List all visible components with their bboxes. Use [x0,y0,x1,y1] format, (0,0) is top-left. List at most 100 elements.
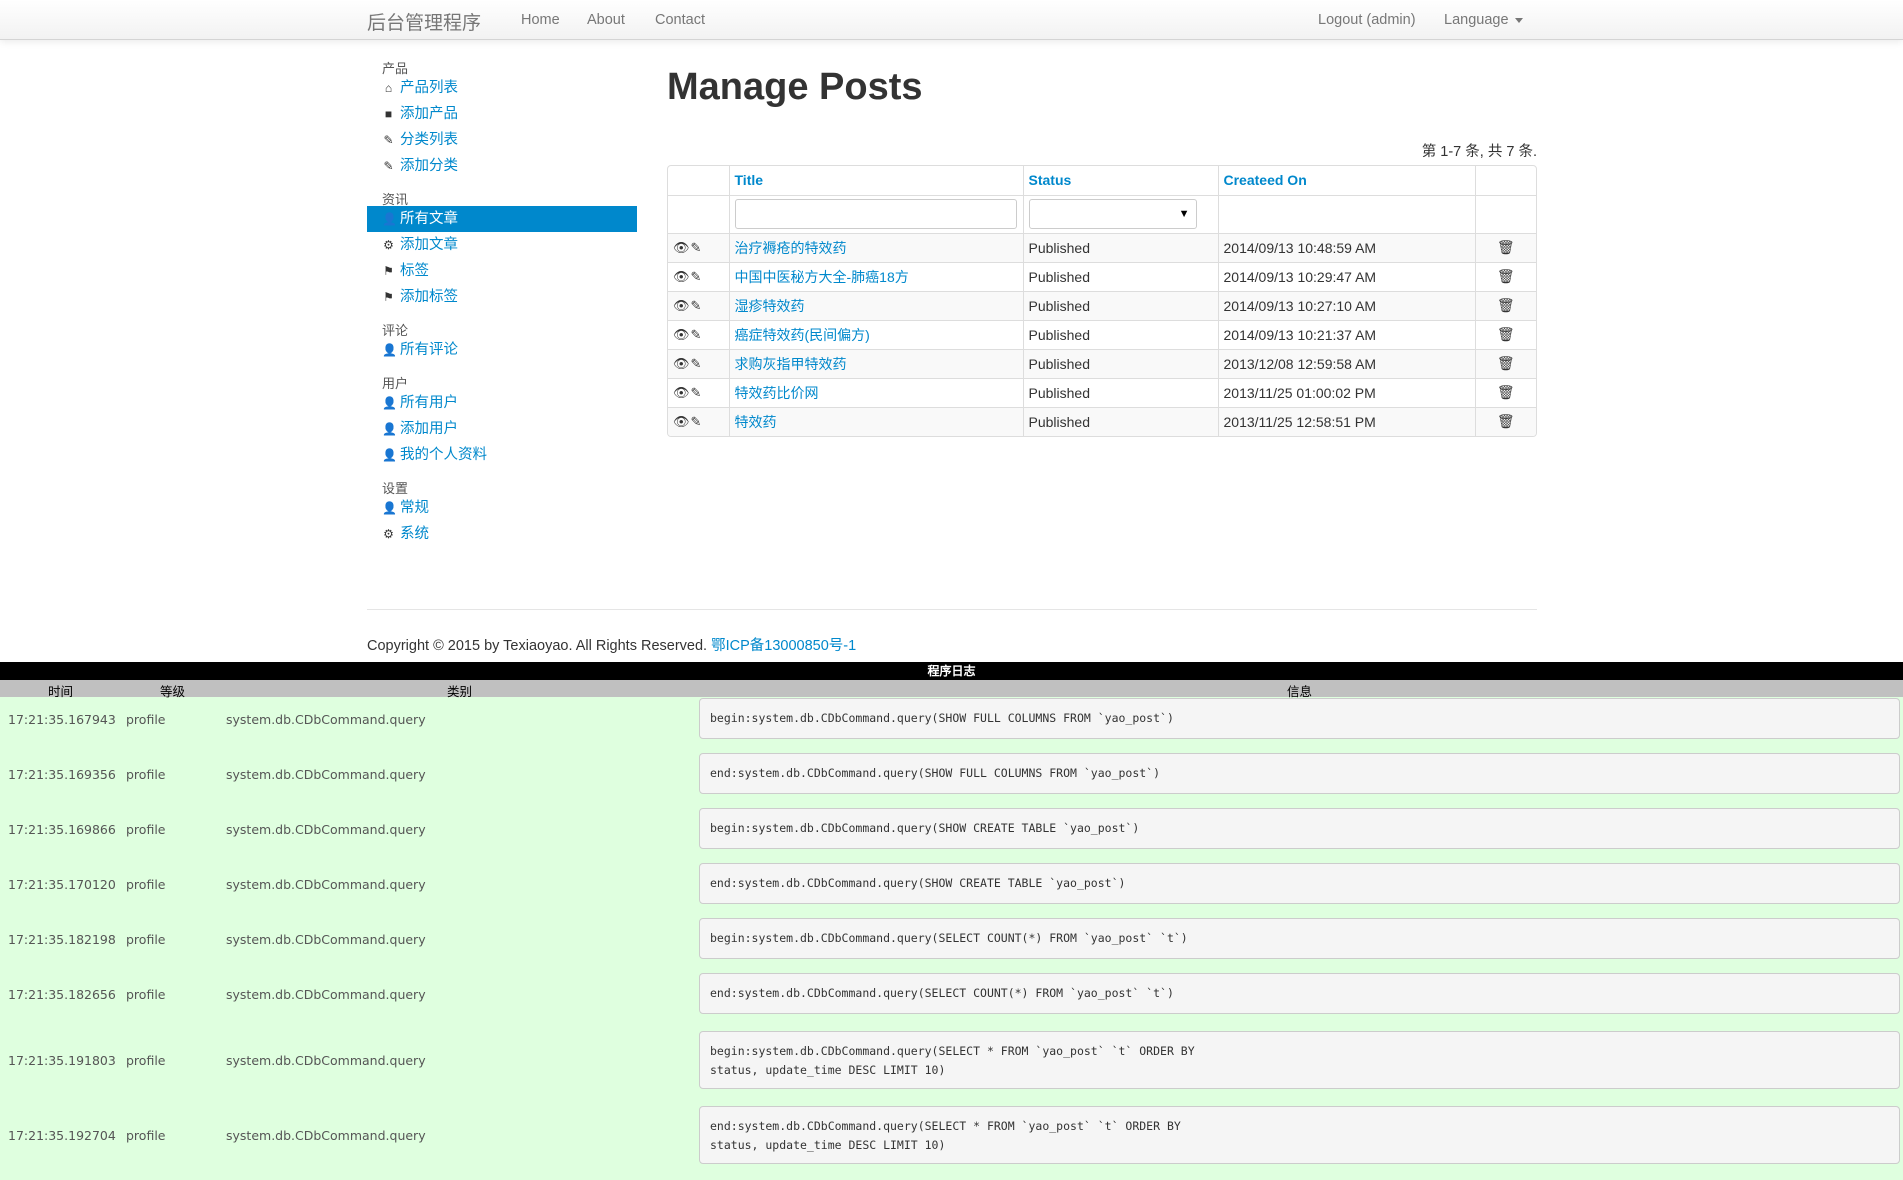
col-title-header[interactable]: Title [728,166,1023,195]
edit-icon[interactable]: ✎ [691,414,703,429]
col-status-header[interactable]: Status [1022,166,1218,195]
book-icon: ■ [384,107,393,121]
footer: Copyright © 2015 by Texiaoyao. All Right… [367,634,856,655]
delete-icon[interactable]: 🗑 [1497,355,1515,371]
log-message: begin:system.db.CDbCommand.query(SELECT … [699,918,1900,959]
nav-home[interactable]: Home [521,12,560,28]
status-filter-select[interactable]: ▼ [1028,199,1197,229]
post-title-link[interactable]: 特效药 [735,414,777,430]
copyright-text: Copyright © 2015 by Texiaoyao. All Right… [367,638,712,654]
delete-icon[interactable]: 🗑 [1497,384,1515,400]
log-message: begin:system.db.CDbCommand.query(SELECT … [699,1031,1900,1089]
grid-summary: 第 1-7 条, 共 7 条. [1421,144,1537,160]
view-icon[interactable]: 👁 [673,298,691,313]
log-category: system.db.CDbCommand.query [226,1053,426,1068]
log-row: 17:21:35.170120 profile system.db.CDbComma… [0,863,1903,912]
post-status: Published [1022,319,1218,349]
post-created: 2014/09/13 10:29:47 AM [1217,261,1475,291]
app-log: 程序日志 时间 等级 类别 信息 17:21:35.167943 profile s… [0,662,1903,1180]
col-actions-header [668,166,729,195]
sidebar-item[interactable]: ■ 添加产品 [367,101,637,127]
log-title: 程序日志 [0,662,1903,680]
sidebar-item[interactable]: ⚑ 标签 [367,258,637,284]
icp-link[interactable]: 鄂ICP备13000850号-1 [711,638,856,654]
edit-icon[interactable]: ✎ [691,298,703,313]
log-row: 17:21:35.167943 profile system.db.CDbComma… [0,698,1903,747]
log-category: system.db.CDbCommand.query [226,822,426,837]
logout-link[interactable]: Logout (admin) [1318,12,1416,28]
user-icon: 👤 [382,422,397,436]
log-level: profile [126,767,166,782]
table-row: 👁✎ 特效药 Published 2013/11/25 12:58:51 PM 🗑 [668,406,1536,436]
nav-about[interactable]: About [587,12,625,28]
sidebar-item[interactable]: ⌂ 产品列表 [367,75,637,101]
user-icon: 👤 [382,396,397,410]
table-row: 👁✎ 求购灰指甲特效药 Published 2013/12/08 12:59:58 A… [668,348,1536,378]
sidebar-item[interactable]: ⚙ 系统 [367,521,637,547]
delete-icon[interactable]: 🗑 [1497,239,1515,255]
post-title-link[interactable]: 求购灰指甲特效药 [735,356,847,372]
sidebar-item[interactable]: 👤 常规 [367,495,637,521]
sidebar-item-label: 系统 [400,526,429,542]
post-title-link[interactable]: 治疗褥疮的特效药 [735,240,847,256]
post-status: Published [1022,348,1218,378]
view-icon[interactable]: 👁 [673,356,691,371]
log-category: system.db.CDbCommand.query [226,987,426,1002]
log-message: begin:system.db.CDbCommand.query(SHOW FU… [699,698,1900,739]
sidebar-item[interactable]: ✎ 分类列表 [367,127,637,153]
nav-contact[interactable]: Contact [655,12,705,28]
post-status: Published [1022,261,1218,291]
user-icon: 👤 [382,343,397,357]
user-icon: 👤 [382,501,397,515]
col-created-header[interactable]: Createed On [1217,166,1475,195]
table-row: 👁✎ 治疗褥疮的特效药 Published 2014/09/13 10:48:59 A… [668,232,1536,262]
edit-icon[interactable]: ✎ [691,269,703,284]
view-icon[interactable]: 👁 [673,414,691,429]
edit-icon[interactable]: ✎ [691,385,703,400]
sidebar-item[interactable]: 👤 所有评论 [367,337,637,363]
sidebar-item[interactable]: 👤 我的个人资料 [367,442,637,468]
view-icon[interactable]: 👁 [673,385,691,400]
brand-link[interactable]: 后台管理程序 [367,8,481,35]
edit-icon[interactable]: ✎ [691,356,703,371]
sidebar-item[interactable]: ⚑ 添加标签 [367,284,637,310]
post-title-link[interactable]: 癌症特效药(民间偏方) [735,327,870,343]
posts-grid: Title Status Createed On ▼ 👁✎ 治疗褥疮的特效药 Pub… [667,165,1537,437]
sidebar-item[interactable]: ⚙ 添加文章 [367,232,637,258]
edit-icon[interactable]: ✎ [691,240,703,255]
sidebar-item[interactable]: 👤 所有文章 [367,206,637,232]
delete-icon[interactable]: 🗑 [1497,297,1515,313]
delete-icon[interactable]: 🗑 [1497,268,1515,284]
caret-down-icon [1514,17,1523,23]
title-filter-input[interactable] [734,199,1017,229]
log-row: 17:21:35.182198 profile system.db.CDbComma… [0,918,1903,967]
post-status: Published [1022,377,1218,407]
view-icon[interactable]: 👁 [673,240,691,255]
sidebar-item[interactable]: ✎ 添加分类 [367,153,637,179]
edit-icon[interactable]: ✎ [691,327,703,342]
cog-icon: ⚙ [383,527,394,541]
table-row: 👁✎ 特效药比价网 Published 2013/11/25 01:00:02 PM 🗑 [668,377,1536,407]
log-category: system.db.CDbCommand.query [226,767,426,782]
post-status: Published [1022,232,1218,262]
post-title-link[interactable]: 湿疹特效药 [735,298,805,314]
sidebar-item-label: 我的个人资料 [400,447,487,463]
sidebar-item[interactable]: 👤 添加用户 [367,416,637,442]
delete-icon[interactable]: 🗑 [1497,413,1515,429]
view-icon[interactable]: 👁 [673,327,691,342]
log-level: profile [126,822,166,837]
view-icon[interactable]: 👁 [673,269,691,284]
language-dropdown[interactable]: Language [1444,12,1523,28]
log-header: 时间 等级 类别 信息 [0,680,1903,699]
post-created: 2013/11/25 12:58:51 PM [1217,406,1475,436]
select-arrow-icon: ▼ [1178,208,1190,220]
post-title-link[interactable]: 特效药比价网 [735,385,819,401]
delete-icon[interactable]: 🗑 [1497,326,1515,342]
sidebar-item-label: 所有评论 [400,342,458,358]
log-time: 17:21:35.191803 [8,1053,116,1068]
sidebar-item[interactable]: 👤 所有用户 [367,390,637,416]
log-category: system.db.CDbCommand.query [226,877,426,892]
sidebar-item-label: 添加产品 [400,106,458,122]
post-title-link[interactable]: 中国中医秘方大全-肺癌18方 [735,269,909,285]
log-level: profile [126,712,166,727]
